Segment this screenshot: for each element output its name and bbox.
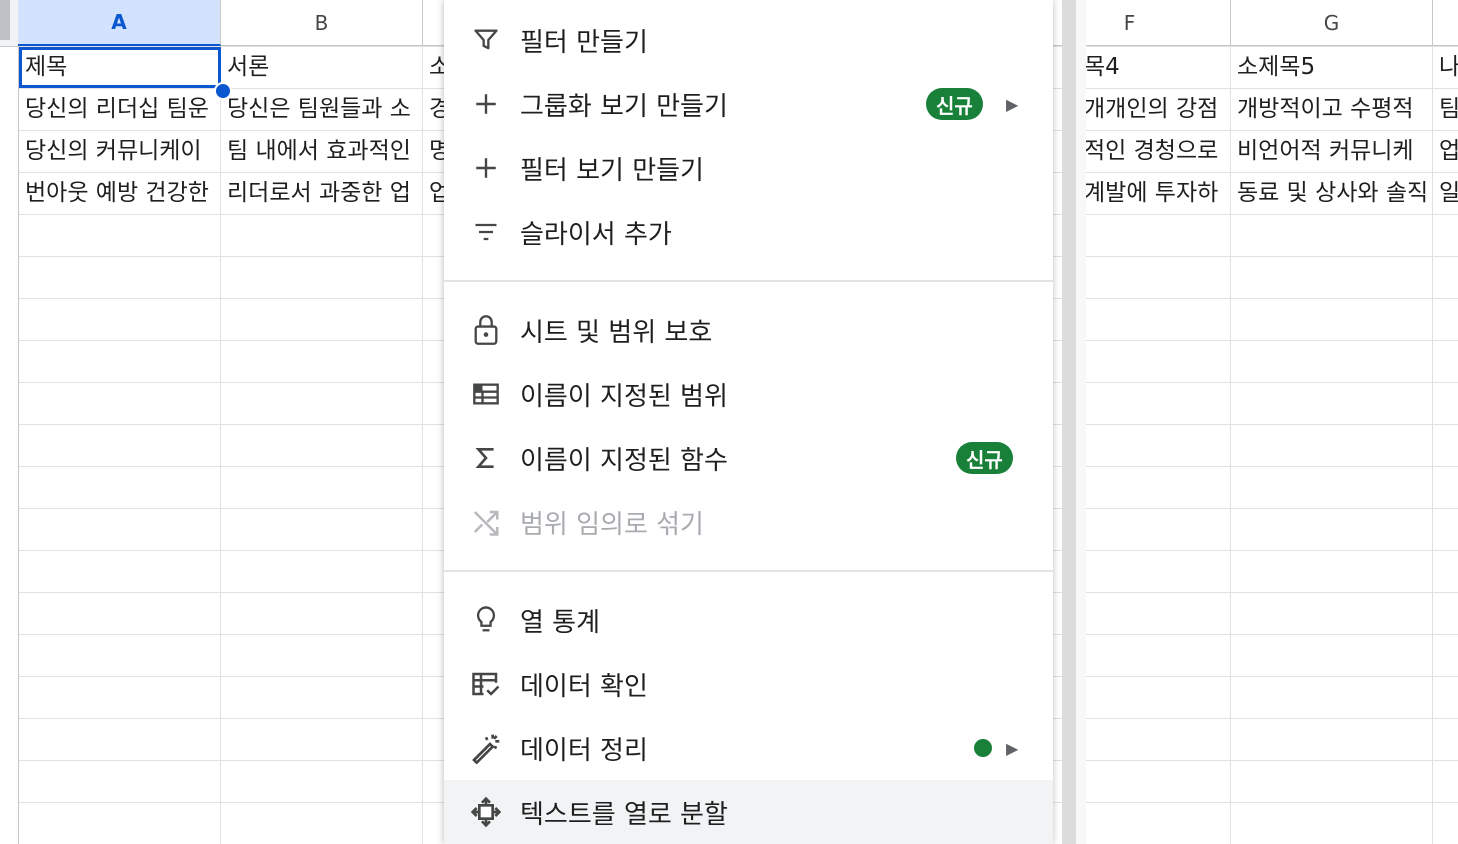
- menu-label: 열 통계: [520, 607, 601, 638]
- cell-a4[interactable]: 번아웃 예방 건강한: [19, 173, 221, 214]
- cell-h1[interactable]: 나: [1433, 47, 1458, 88]
- menu-item-create-group-view[interactable]: 그룹화 보기 만들기 신규 ▶: [444, 72, 1053, 136]
- column-header-f[interactable]: F: [1029, 0, 1231, 46]
- menu-item-column-stats[interactable]: 열 통계: [444, 588, 1053, 652]
- cell-f4[interactable]: 계발에 투자하: [1080, 173, 1230, 214]
- row-header-strip[interactable]: [0, 0, 19, 844]
- data-menu: 필터 만들기 그룹화 보기 만들기 신규 ▶ 필터 보기 만들기 슬라이서 추가…: [444, 0, 1053, 844]
- column-header-h[interactable]: [1433, 0, 1458, 46]
- menu-label: 슬라이서 추가: [520, 219, 672, 250]
- menu-label: 범위 임의로 섞기: [520, 509, 704, 540]
- magic-wand-icon: [470, 732, 502, 764]
- cell-a2[interactable]: 당신의 리더십 팀운: [19, 89, 221, 130]
- menu-item-add-slicer[interactable]: 슬라이서 추가: [444, 200, 1053, 264]
- menu-item-data-cleanup[interactable]: 데이터 정리 ▶: [444, 716, 1053, 780]
- fill-handle[interactable]: [214, 82, 232, 100]
- menu-label: 필터 보기 만들기: [520, 155, 704, 186]
- lightbulb-icon: [470, 604, 502, 636]
- slicer-icon: [470, 216, 502, 248]
- sigma-icon: [470, 442, 502, 474]
- cell-b1[interactable]: 서론: [221, 47, 422, 88]
- scrollbar-track[interactable]: [1062, 0, 1076, 844]
- column-header-b[interactable]: B: [221, 0, 423, 46]
- menu-label: 필터 만들기: [520, 27, 648, 58]
- cell-g2[interactable]: 개방적이고 수평적: [1231, 89, 1432, 130]
- cell-f3[interactable]: 적인 경청으로: [1080, 131, 1230, 172]
- menu-item-named-functions[interactable]: 이름이 지정된 함수 신규: [444, 426, 1053, 490]
- menu-item-create-filter[interactable]: 필터 만들기: [444, 8, 1053, 72]
- menu-label: 이름이 지정된 함수: [520, 445, 728, 476]
- menu-label: 이름이 지정된 범위: [520, 381, 728, 412]
- new-badge: 신규: [956, 442, 1013, 474]
- cell-f2[interactable]: 개개인의 강점: [1080, 89, 1230, 130]
- cell-h3[interactable]: 업: [1433, 131, 1458, 172]
- column-header-g[interactable]: G: [1231, 0, 1433, 46]
- plus-icon: [470, 88, 502, 120]
- new-badge: 신규: [926, 88, 983, 120]
- menu-label: 텍스트를 열로 분할: [520, 799, 728, 830]
- menu-item-named-ranges[interactable]: 이름이 지정된 범위: [444, 362, 1053, 426]
- menu-label: 그룹화 보기 만들기: [520, 91, 728, 122]
- menu-item-create-filter-view[interactable]: 필터 보기 만들기: [444, 136, 1053, 200]
- cell-b2[interactable]: 당신은 팀원들과 소: [221, 89, 422, 130]
- filter-icon: [470, 24, 502, 56]
- menu-item-randomize-range[interactable]: 범위 임의로 섞기: [444, 490, 1053, 554]
- menu-label: 데이터 정리: [520, 735, 648, 766]
- plus-icon: [470, 152, 502, 184]
- cell-g3[interactable]: 비언어적 커뮤니케: [1231, 131, 1432, 172]
- menu-item-split-text-to-columns[interactable]: 텍스트를 열로 분할: [444, 780, 1053, 844]
- cell-b3[interactable]: 팀 내에서 효과적인: [221, 131, 422, 172]
- menu-separator: [444, 570, 1053, 572]
- data-validation-icon: [470, 668, 502, 700]
- menu-label: 시트 및 범위 보호: [520, 317, 713, 348]
- menu-separator: [444, 280, 1053, 282]
- submenu-arrow-icon: ▶: [1006, 738, 1019, 758]
- cell-a1[interactable]: 제목: [19, 47, 221, 88]
- cell-f1[interactable]: 목4: [1080, 47, 1230, 88]
- menu-label: 데이터 확인: [520, 671, 648, 702]
- lock-icon: [470, 314, 502, 346]
- cell-g4[interactable]: 동료 및 상사와 솔직: [1231, 173, 1432, 214]
- select-all-corner[interactable]: [0, 0, 19, 47]
- cell-g1[interactable]: 소제목5: [1231, 47, 1432, 88]
- split-columns-icon: [470, 796, 502, 828]
- cell-h4[interactable]: 일: [1433, 173, 1458, 214]
- scrollbar-edge: [1076, 0, 1086, 844]
- named-range-icon: [470, 378, 502, 410]
- submenu-arrow-icon: ▶: [1006, 94, 1019, 114]
- menu-item-protect-sheets-ranges[interactable]: 시트 및 범위 보호: [444, 298, 1053, 362]
- status-dot: [974, 739, 992, 757]
- column-header-a[interactable]: A: [18, 0, 221, 46]
- menu-item-data-validation[interactable]: 데이터 확인: [444, 652, 1053, 716]
- cell-b4[interactable]: 리더로서 과중한 업: [221, 173, 422, 214]
- corner-marker: [0, 0, 10, 40]
- cell-a3[interactable]: 당신의 커뮤니케이: [19, 131, 221, 172]
- cell-h2[interactable]: 팀: [1433, 89, 1458, 130]
- shuffle-icon: [470, 506, 502, 538]
